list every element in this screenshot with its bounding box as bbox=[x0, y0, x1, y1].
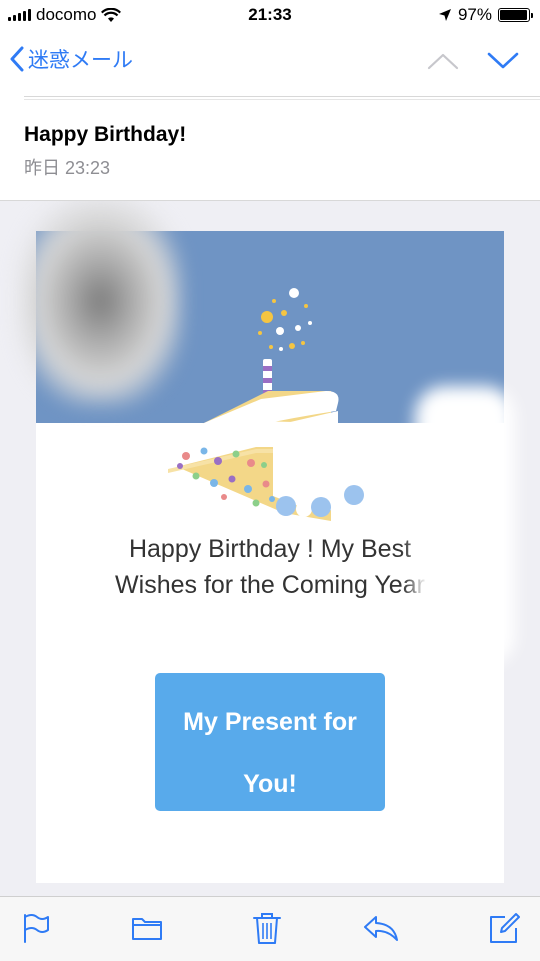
battery-icon bbox=[498, 8, 533, 22]
reply-icon bbox=[364, 916, 398, 941]
battery-percent: 97% bbox=[457, 5, 492, 24]
trash-icon bbox=[253, 913, 281, 944]
status-bar: docomo 21:33 97% bbox=[0, 0, 540, 32]
present-button-label: You! bbox=[243, 770, 297, 798]
blurred-avatar bbox=[18, 201, 183, 406]
chevron-up-icon bbox=[427, 53, 459, 70]
bottom-toolbar bbox=[0, 896, 540, 961]
present-button[interactable]: My Present for You! bbox=[155, 673, 385, 811]
reply-button[interactable] bbox=[362, 911, 398, 945]
battery-level bbox=[500, 10, 528, 20]
trash-button[interactable] bbox=[250, 911, 284, 945]
back-label: 迷惑メール bbox=[28, 49, 133, 72]
status-right: 97% bbox=[438, 5, 533, 25]
divider bbox=[24, 99, 540, 100]
email-body[interactable]: Happy Birthday ! My Best Wishes for the … bbox=[0, 200, 540, 897]
chevron-down-icon bbox=[487, 52, 519, 69]
sparkler-icon bbox=[258, 288, 312, 351]
move-folder-button[interactable] bbox=[130, 911, 164, 945]
message-date: 昨日 23:23 bbox=[24, 158, 111, 178]
blurred-region bbox=[415, 386, 515, 666]
nav-bar: 迷惑メール bbox=[0, 32, 540, 90]
flag-button[interactable] bbox=[19, 911, 53, 945]
compose-icon bbox=[490, 913, 520, 943]
compose-button[interactable] bbox=[487, 911, 521, 945]
flag-icon bbox=[24, 914, 49, 943]
birthday-cake-illustration bbox=[166, 288, 364, 521]
next-message-button[interactable] bbox=[486, 46, 520, 76]
back-button[interactable]: 迷惑メール bbox=[10, 44, 133, 74]
chevron-left-icon bbox=[10, 46, 24, 72]
present-button-label: My Present for bbox=[183, 708, 357, 736]
message-subject: Happy Birthday! bbox=[24, 123, 187, 146]
folder-icon bbox=[132, 918, 162, 940]
divider bbox=[24, 96, 540, 97]
message-nav bbox=[426, 46, 520, 76]
previous-message-button[interactable] bbox=[426, 46, 460, 76]
location-arrow-icon bbox=[438, 9, 451, 21]
